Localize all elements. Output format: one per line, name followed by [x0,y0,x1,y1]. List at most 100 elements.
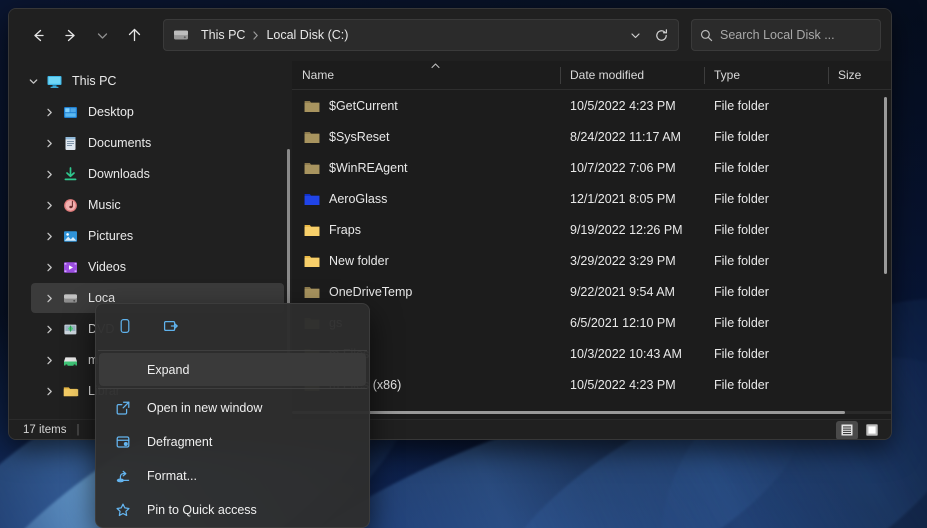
sidebar-item-pictures[interactable]: Pictures [31,221,284,251]
sidebar-item-music[interactable]: Music [31,190,284,220]
context-menu[interactable]: Expand Open in new window Defragment For… [95,303,370,528]
context-menu-item-format[interactable]: Format... [99,459,366,492]
sidebar-item-label: Desktop [88,105,134,119]
file-name-cell[interactable]: $SysReset [292,130,560,144]
column-header-name[interactable]: Name [292,61,560,90]
address-bar[interactable]: This PC Local Disk (C:) [163,19,679,51]
context-menu-item-label: Expand [147,362,190,377]
file-name: $GetCurrent [329,98,398,113]
file-list-vertical-scrollbar[interactable] [884,97,887,274]
chevron-right-icon[interactable] [39,231,59,242]
pc-icon [45,72,63,90]
table-row[interactable]: gs 6/5/2021 12:10 PM File folder [292,307,891,338]
search-input[interactable] [720,28,872,42]
forward-button[interactable] [55,20,85,50]
recent-locations-button[interactable] [87,20,117,50]
folder-icon-tan [304,99,320,113]
table-row[interactable]: AeroGlass 12/1/2021 8:05 PM File folder [292,183,891,214]
table-row[interactable]: $SysReset 8/24/2022 11:17 AM File folder [292,121,891,152]
file-type-cell: File folder [714,377,769,392]
table-row[interactable]: OneDriveTemp 9/22/2021 9:54 AM File fold… [292,276,891,307]
chevron-right-icon[interactable] [39,107,59,118]
file-name: Fraps [329,222,361,237]
sidebar-item-label: Videos [88,260,126,274]
sidebar-item-videos[interactable]: Videos [31,252,284,282]
column-header-size[interactable]: Size [828,61,888,90]
defragment-icon [113,434,133,450]
file-name-cell[interactable]: $WinREAgent [292,161,560,175]
sidebar-item-downloads[interactable]: Downloads [31,159,284,189]
details-view-button[interactable] [836,420,858,439]
chevron-right-icon[interactable] [39,200,59,211]
table-row[interactable]: New folder 3/29/2022 3:29 PM File folder [292,245,891,276]
desktop-icon [61,103,79,121]
rename-icon[interactable] [154,311,188,341]
folder-icon-yellow [304,223,320,237]
previous-locations-chevron-down-icon[interactable] [622,22,648,48]
file-type-cell: File folder [714,346,769,361]
file-type-cell: File folder [714,253,769,268]
table-row[interactable]: m Files 10/3/2022 10:43 AM File folder [292,338,891,369]
table-row[interactable]: $GetCurrent 10/5/2022 4:23 PM File folde… [292,90,891,121]
chevron-down-icon[interactable] [23,76,43,87]
format-icon [113,468,133,484]
back-button[interactable] [23,20,53,50]
breadcrumb-this-pc[interactable]: This PC [196,26,250,44]
context-menu-icon-row [96,304,369,348]
file-date-cell: 9/22/2021 9:54 AM [570,284,675,299]
large-icons-view-button[interactable] [861,421,883,440]
file-name-cell[interactable]: New folder [292,254,560,268]
context-menu-item-expand[interactable]: Expand [99,353,366,386]
search-box[interactable] [691,19,881,51]
dvd-icon [61,320,79,338]
chevron-right-icon[interactable] [39,324,59,335]
context-menu-item-defragment[interactable]: Defragment [99,425,366,458]
folder-icon [61,382,79,400]
item-count-label: 17 items [23,424,67,436]
file-type-cell: File folder [714,129,769,144]
sidebar-item-documents[interactable]: Documents [31,128,284,158]
music-icon [61,196,79,214]
context-menu-item-open-in-new-window[interactable]: Open in new window [99,391,366,424]
column-header-row: Name Date modified Type Size [292,61,891,90]
file-name-cell[interactable]: Fraps [292,223,560,237]
file-name-cell[interactable]: OneDriveTemp [292,285,560,299]
file-name-cell[interactable]: AeroGlass [292,192,560,206]
toolbar: This PC Local Disk (C:) [9,9,891,61]
breadcrumb-local-disk[interactable]: Local Disk (C:) [261,26,353,44]
context-menu-item-label: Format... [147,468,198,483]
column-header-type[interactable]: Type [704,61,828,90]
folder-icon-tan [304,285,320,299]
folder-icon-tan [304,130,320,144]
file-list-horizontal-scrollbar[interactable] [292,411,845,414]
context-menu-item-label: Defragment [147,434,213,449]
chevron-right-icon[interactable] [39,386,59,397]
sidebar-item-this-pc[interactable]: This PC [15,66,284,96]
chevron-right-icon[interactable] [39,169,59,180]
chevron-right-icon[interactable] [39,138,59,149]
column-header-date-modified[interactable]: Date modified [560,61,704,90]
chevron-right-icon[interactable] [39,293,59,304]
table-row[interactable]: $WinREAgent 10/7/2022 7:06 PM File folde… [292,152,891,183]
drive-icon [172,26,190,44]
file-type-cell: File folder [714,222,769,237]
sidebar-item-label: Pictures [88,229,134,243]
table-row[interactable]: m Files (x86) 10/5/2022 4:23 PM File fol… [292,369,891,400]
copy-icon[interactable] [108,311,142,341]
chevron-right-icon[interactable] [39,355,59,366]
table-row[interactable]: Fraps 9/19/2022 12:26 PM File folder [292,214,891,245]
context-menu-item-pin-to-quick-access[interactable]: Pin to Quick access [99,493,366,526]
file-list[interactable]: Name Date modified Type Size $GetCurrent… [292,61,891,419]
harddrive-icon [61,289,79,307]
breadcrumb-separator-icon [250,30,261,41]
file-date-cell: 12/1/2021 8:05 PM [570,191,676,206]
context-menu-divider [98,350,367,351]
file-name: AeroGlass [329,191,388,206]
refresh-icon[interactable] [648,22,674,48]
up-button[interactable] [119,20,149,50]
search-icon [700,29,713,42]
file-name-cell[interactable]: $GetCurrent [292,99,560,113]
sidebar-item-desktop[interactable]: Desktop [31,97,284,127]
file-date-cell: 6/5/2021 12:10 PM [570,315,676,330]
chevron-right-icon[interactable] [39,262,59,273]
